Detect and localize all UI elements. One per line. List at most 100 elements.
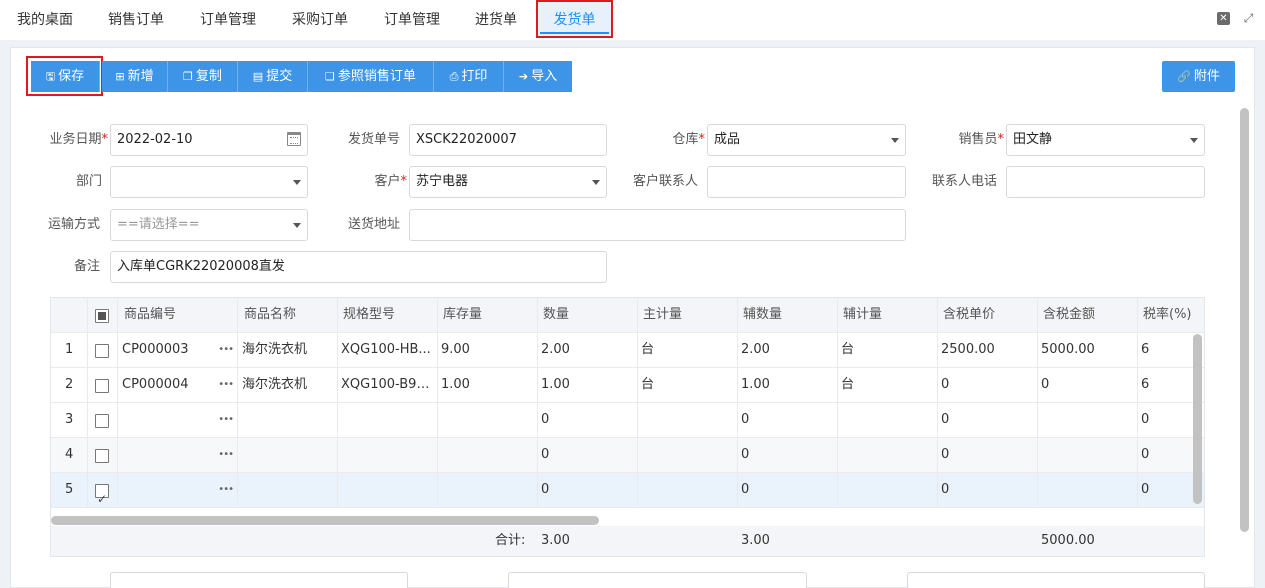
dept-select[interactable] [110,166,308,198]
cell-code[interactable]: ••• [118,438,238,472]
row-select-cell[interactable] [88,333,118,367]
cell-stock[interactable] [438,473,538,507]
cell-code[interactable]: ••• [118,473,238,507]
row-select-cell[interactable] [88,473,118,507]
col-code[interactable]: 商品编号 [118,298,238,332]
more-icon[interactable]: ••• [218,333,234,367]
contact-phone-field[interactable] [1006,166,1205,198]
table-row[interactable]: 2 CP000004 ••• 海尔洗衣机 XQG100-B91... 1.00 1.00 台 1… [51,368,1204,403]
col-unit[interactable]: 主计量 [638,298,738,332]
expand-icon[interactable]: ⤢ [1242,12,1255,25]
cell-aux-unit[interactable] [838,438,938,472]
cell-name[interactable]: 海尔洗衣机 [238,333,338,367]
ship-no-field[interactable]: XSCK22020007 [409,124,607,156]
print-button[interactable]: ⎙ 打印 [434,61,504,92]
more-icon[interactable]: ••• [218,438,234,472]
add-button[interactable]: ⊞ 新增 [102,61,168,92]
row-checkbox[interactable] [95,482,109,507]
submit-button[interactable]: ▤ 提交 [238,61,308,92]
cell-unit-price[interactable]: 0 [938,403,1038,437]
cell-aux-unit[interactable]: 台 [838,333,938,367]
more-icon[interactable]: ••• [218,403,234,437]
cell-spec[interactable] [338,403,438,437]
cell-stock[interactable]: 9.00 [438,333,538,367]
copy-button[interactable]: ❐ 复制 [168,61,238,92]
cell-amount[interactable]: 0 [1038,368,1138,402]
col-spec[interactable]: 规格型号 [338,298,438,332]
cell-stock[interactable]: 1.00 [438,368,538,402]
col-aux-unit[interactable]: 辅计量 [838,298,938,332]
cell-name[interactable] [238,473,338,507]
save-button[interactable]: 🖫 保存 [31,61,100,92]
col-aux-qty[interactable]: 辅数量 [738,298,838,332]
row-checkbox[interactable] [95,379,109,393]
table-row[interactable]: 3 ••• 0 0 0 0 [51,403,1204,438]
tab-purchase-receipt[interactable]: 进货单 [458,0,534,38]
col-tax-rate[interactable]: 税率(%) [1138,298,1204,332]
row-select-cell[interactable] [88,368,118,402]
remark-field[interactable]: 入库单CGRK22020008直发 [110,251,607,283]
cell-name[interactable]: 海尔洗衣机 [238,368,338,402]
cell-aux-unit[interactable]: 台 [838,368,938,402]
col-amount[interactable]: 含税金额 [1038,298,1138,332]
select-all-checkbox[interactable] [95,309,109,323]
col-qty[interactable]: 数量 [538,298,638,332]
cell-unit[interactable]: 台 [638,368,738,402]
cell-qty[interactable]: 1.00 [538,368,638,402]
attachment-button[interactable]: 🔗 附件 [1162,61,1235,92]
col-name[interactable]: 商品名称 [238,298,338,332]
row-checkbox[interactable] [95,414,109,428]
cell-amount[interactable]: 5000.00 [1038,333,1138,367]
ref-sales-order-button[interactable]: ❏ 参照销售订单 [308,61,434,92]
cell-code[interactable]: CP000004 ••• [118,368,238,402]
cell-amount[interactable] [1038,473,1138,507]
cell-spec[interactable]: XQG100-B91... [338,368,438,402]
cell-amount[interactable] [1038,438,1138,472]
cell-spec[interactable] [338,438,438,472]
cell-qty[interactable]: 0 [538,403,638,437]
more-icon[interactable]: ••• [218,473,234,507]
customer-select[interactable]: 苏宁电器 [409,166,607,198]
col-unit-price[interactable]: 含税单价 [938,298,1038,332]
table-row[interactable]: 5 ••• 0 0 0 0 [51,473,1204,508]
cell-aux-qty[interactable]: 0 [738,403,838,437]
cell-unit-price[interactable]: 0 [938,473,1038,507]
contact-field[interactable] [707,166,906,198]
cell-aux-qty[interactable]: 2.00 [738,333,838,367]
row-checkbox[interactable] [95,344,109,358]
tab-order-management[interactable]: 订单管理 [182,0,274,38]
cell-unit[interactable] [638,403,738,437]
cell-amount[interactable] [1038,403,1138,437]
cell-name[interactable] [238,403,338,437]
transport-select[interactable]: ==请选择== [110,209,308,241]
table-row[interactable]: 1 CP000003 ••• 海尔洗衣机 XQG100-HB... 9.00 2.00 台 2.… [51,333,1204,368]
cell-aux-qty[interactable]: 1.00 [738,368,838,402]
cell-unit-price[interactable]: 2500.00 [938,333,1038,367]
page-vertical-scrollbar[interactable] [1240,108,1249,532]
biz-date-field[interactable]: 2022-02-10 [110,124,308,156]
cell-stock[interactable] [438,438,538,472]
row-select-cell[interactable] [88,403,118,437]
cell-aux-qty[interactable]: 0 [738,438,838,472]
cell-qty[interactable]: 0 [538,438,638,472]
cell-unit-price[interactable]: 0 [938,368,1038,402]
cell-code[interactable]: CP000003 ••• [118,333,238,367]
grid-vertical-scrollbar[interactable] [1193,334,1202,504]
cell-spec[interactable] [338,473,438,507]
cell-spec[interactable]: XQG100-HB... [338,333,438,367]
cell-name[interactable] [238,438,338,472]
header-select-all[interactable] [88,298,118,332]
tab-purchase-order[interactable]: 采购订单 [274,0,366,38]
salesperson-select[interactable]: 田文静 [1006,124,1205,156]
cell-aux-qty[interactable]: 0 [738,473,838,507]
cell-unit[interactable]: 台 [638,333,738,367]
close-square-icon[interactable]: ✕ [1217,12,1230,25]
tab-sales-order[interactable]: 销售订单 [90,0,182,38]
bottom-field-2[interactable] [508,572,807,588]
cell-qty[interactable]: 0 [538,473,638,507]
more-icon[interactable]: ••• [218,368,234,402]
tab-order-management-2[interactable]: 订单管理 [366,0,458,38]
tab-delivery-note[interactable]: 发货单 [536,0,613,38]
calendar-icon[interactable] [287,132,301,146]
cell-aux-unit[interactable] [838,403,938,437]
